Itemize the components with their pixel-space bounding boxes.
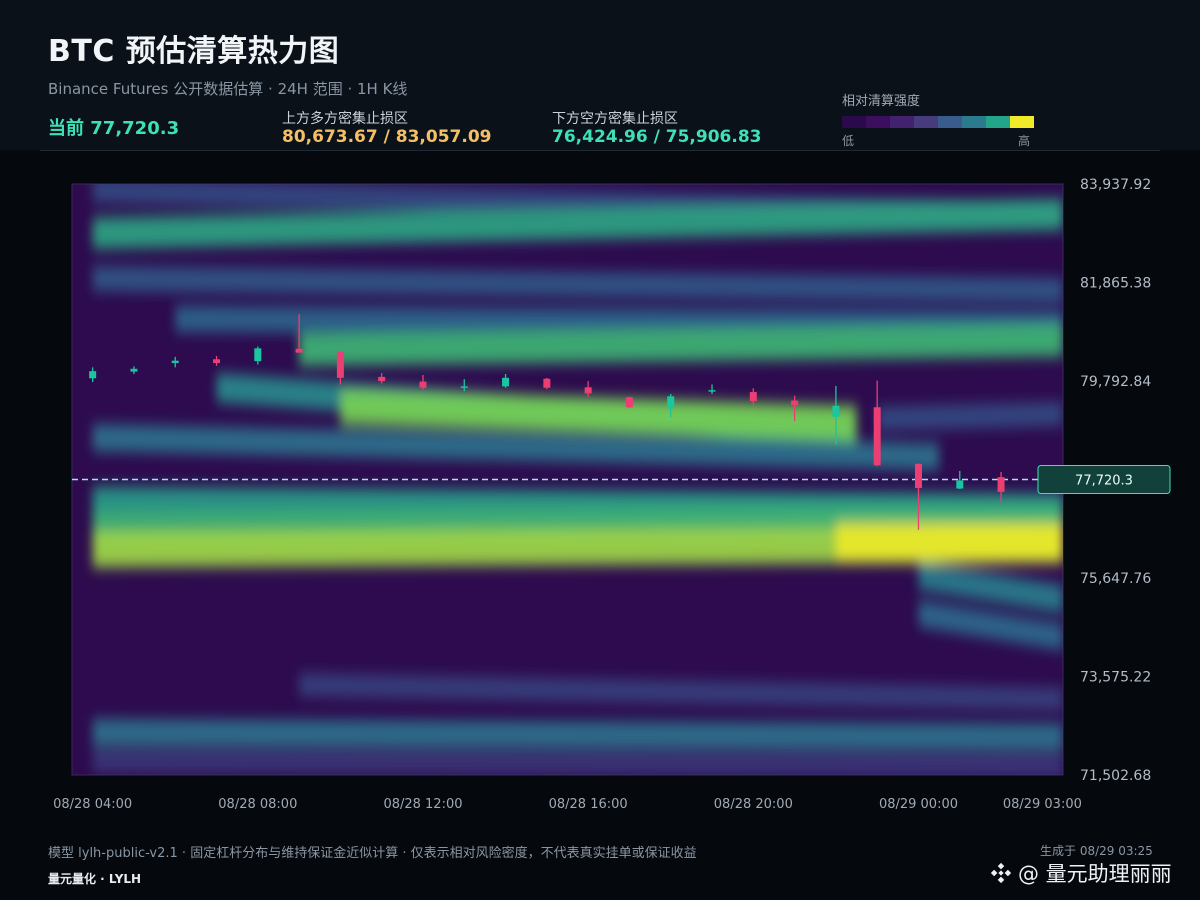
candle-body-12 <box>584 387 592 394</box>
candle-body-22 <box>997 477 1005 492</box>
heatmap-band-17 <box>92 749 1063 775</box>
y-tick-label-1: 81,865.38 <box>1080 276 1151 292</box>
heatmap-band-16 <box>92 718 1063 751</box>
candle-body-17 <box>791 400 799 406</box>
candle-body-19 <box>873 407 881 466</box>
binance-logo-icon <box>990 862 1012 884</box>
candle-body-9 <box>460 386 468 388</box>
candle-body-4 <box>254 348 262 362</box>
x-tick-label-5: 08/29 00:00 <box>879 797 958 812</box>
candle-body-0 <box>89 371 97 379</box>
watermark-text: @ 量元助理丽丽 <box>1018 862 1172 886</box>
y-tick-label-6: 71,502.68 <box>1080 768 1151 784</box>
candle-body-20 <box>914 463 922 489</box>
candle-body-3 <box>213 359 221 364</box>
candle-body-8 <box>419 381 427 388</box>
x-tick-label-0: 08/28 04:00 <box>53 797 132 812</box>
candle-body-7 <box>378 376 386 382</box>
footer-note: 模型 lylh-public-v2.1 · 固定杠杆分布与维持保证金近似计算 ·… <box>48 846 697 861</box>
candle-body-18 <box>832 405 840 417</box>
footer-brand: 量元量化 · LYLH <box>48 872 142 886</box>
candle-body-14 <box>667 396 675 409</box>
liquidation-heatmap-chart: 83,937.92 81,865.38 79,792.84 75,647.76 73,5… <box>53 177 1171 812</box>
y-tick-label-0: 83,937.92 <box>1080 177 1151 193</box>
y-tick-label-5: 73,575.22 <box>1080 670 1151 686</box>
candle-body-5 <box>295 348 303 353</box>
x-tick-label-2: 08/28 12:00 <box>383 797 462 812</box>
x-tick-label-4: 08/28 20:00 <box>714 797 793 812</box>
watermark: @ 量元助理丽丽 <box>990 858 1172 888</box>
candle-body-1 <box>130 368 138 372</box>
candle-body-2 <box>171 360 179 364</box>
candle-body-13 <box>625 397 633 408</box>
x-tick-label-3: 08/28 16:00 <box>549 797 628 812</box>
generated-time: 生成于 08/29 03:25 <box>1040 844 1153 858</box>
candle-body-6 <box>336 351 344 378</box>
heatmap-band-12 <box>835 523 1063 562</box>
candle-body-16 <box>749 392 757 402</box>
candle-body-21 <box>956 480 964 489</box>
y-tick-label-2: 79,792.84 <box>1080 374 1151 390</box>
x-tick-label-6: 08/29 03:00 <box>1003 797 1082 812</box>
x-tick-label-1: 08/28 08:00 <box>218 797 297 812</box>
candle-body-15 <box>708 390 716 392</box>
candle-body-10 <box>502 377 510 387</box>
candle-body-11 <box>543 378 551 388</box>
y-tick-label-4: 75,647.76 <box>1080 571 1151 587</box>
heatmap-band-8 <box>877 401 1063 431</box>
current-price-badge-label: 77,720.3 <box>1075 474 1133 489</box>
